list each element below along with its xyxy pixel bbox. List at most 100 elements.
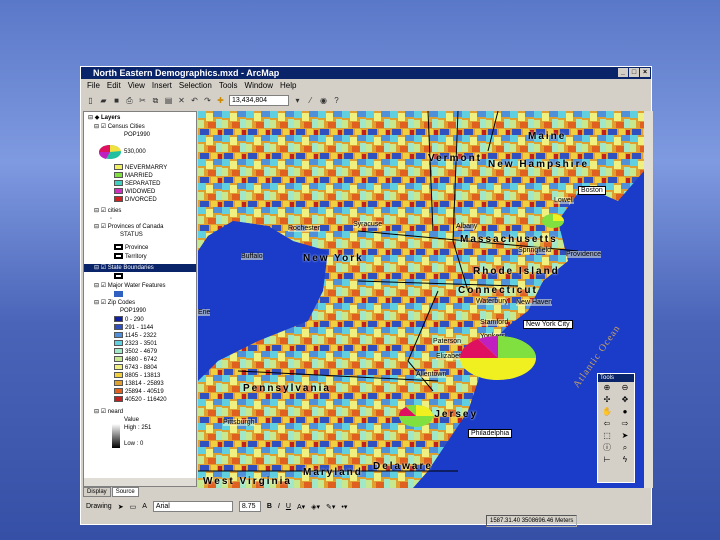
delete-icon[interactable]: ✕: [177, 96, 186, 105]
marker-color-icon[interactable]: •▾: [341, 503, 347, 511]
map-vertical-scrollbar[interactable]: [644, 111, 653, 488]
legend-item: 40520 - 116420: [114, 396, 167, 404]
legend-item: 3502 - 4679: [114, 348, 157, 356]
redo-icon[interactable]: ↷: [203, 96, 212, 105]
legend-item: 13814 - 25893: [114, 380, 164, 388]
legend-item: NEVERMARRY: [114, 164, 167, 172]
menu-selection[interactable]: Selection: [179, 79, 212, 92]
select-features-icon[interactable]: ⬚: [598, 430, 616, 442]
status-bar: 1587.31.40 3508696.46 Meters: [81, 514, 651, 527]
layer-provinces[interactable]: ⊟ ☑ Provinces of Canada: [94, 223, 163, 231]
tools-palette[interactable]: Tools ⊕ ⊖ ✣ ✥ ✋ ● ⇦ ⇨ ⬚ ➤ ⓘ ⌕ ⊢ ϟ: [597, 373, 635, 483]
whats-this-icon[interactable]: ?: [332, 96, 341, 105]
city-label: Stamford: [480, 319, 509, 326]
copy-icon[interactable]: ⧉: [151, 96, 160, 105]
city-callout: Philadelphia: [468, 429, 513, 438]
title-bar: North Eastern Demographics.mxd - ArcMap …: [81, 67, 651, 79]
scale-dropdown-icon[interactable]: ▾: [293, 96, 302, 105]
pie-legend: [98, 142, 122, 163]
city-label: Paterson: [433, 338, 462, 345]
minimize-button[interactable]: _: [618, 68, 628, 77]
layer-major-water[interactable]: ⊟ ☑ Major Water Features: [94, 282, 166, 290]
layer-neard[interactable]: ⊟ ☑ neard: [94, 408, 123, 416]
boston-pie-chart: [542, 214, 564, 228]
menu-window[interactable]: Window: [245, 79, 273, 92]
select-elements-icon[interactable]: ➤: [616, 430, 634, 442]
zoom-in-icon[interactable]: ⊕: [598, 382, 616, 394]
state-label: Maine: [528, 131, 567, 142]
save-icon[interactable]: ■: [112, 96, 121, 105]
layer-census-cities[interactable]: ⊟ ☑ Census Cities: [94, 123, 145, 131]
menu-insert[interactable]: Insert: [152, 79, 172, 92]
undo-icon[interactable]: ↶: [190, 96, 199, 105]
layer-cities[interactable]: ⊟ ☑ cities: [94, 207, 121, 215]
open-icon[interactable]: ▰: [99, 96, 108, 105]
hyperlink-icon[interactable]: ϟ: [616, 454, 634, 466]
full-extent-icon[interactable]: ●: [616, 406, 634, 418]
city-label: Erie: [198, 309, 211, 316]
arcmap-window: North Eastern Demographics.mxd - ArcMap …: [80, 66, 653, 527]
city-label: Albany: [456, 223, 478, 230]
tab-display[interactable]: Display: [83, 487, 111, 497]
line-color-icon[interactable]: ✎▾: [326, 503, 335, 511]
legend-item: 2323 - 3501: [114, 340, 157, 348]
city-label: Providence: [566, 251, 602, 258]
back-icon[interactable]: ⇦: [598, 418, 616, 430]
layer-zip-codes[interactable]: ⊟ ☑ Zip Codes: [94, 299, 135, 307]
arctoolbox-icon[interactable]: ◉: [319, 96, 328, 105]
state-label: New York: [303, 253, 364, 264]
toc-horizontal-scrollbar[interactable]: [84, 478, 196, 486]
state-label: Connecticut: [458, 285, 538, 296]
fixed-zoom-out-icon[interactable]: ✥: [616, 394, 634, 406]
cut-icon[interactable]: ✂: [138, 96, 147, 105]
paste-icon[interactable]: ▤: [164, 96, 173, 105]
close-button[interactable]: ×: [640, 68, 650, 77]
forward-icon[interactable]: ⇨: [616, 418, 634, 430]
text-icon[interactable]: A: [142, 503, 147, 510]
menu-file[interactable]: File: [87, 79, 100, 92]
legend-item: 4680 - 6742: [114, 356, 157, 364]
layer-state-boundaries[interactable]: ⊟ ☑ State Boundaries: [84, 264, 196, 272]
state-label: West Virginia: [203, 476, 292, 487]
rectangle-icon[interactable]: ▭: [130, 503, 137, 511]
print-icon[interactable]: ⎙: [125, 96, 134, 105]
zoom-out-icon[interactable]: ⊖: [616, 382, 634, 394]
select-arrow-icon[interactable]: ➤: [118, 503, 124, 511]
add-data-icon[interactable]: ✚: [216, 96, 225, 105]
city-callout: New York City: [523, 320, 573, 329]
state-label: Pennsylvania: [243, 383, 331, 394]
font-size-select[interactable]: 8.75: [238, 501, 261, 512]
drawing-toolbar: Drawing ➤ ▭ A Arial 8.75 BIU A▾ ◈▾ ✎▾ •▾: [81, 499, 651, 514]
legend-item: 0 - 290: [114, 316, 144, 324]
identify-icon[interactable]: ⓘ: [598, 442, 616, 454]
italic-button[interactable]: I: [278, 503, 280, 510]
fill-color-icon[interactable]: ◈▾: [311, 503, 320, 511]
maximize-button[interactable]: □: [629, 68, 639, 77]
chart-size-label: 530,000: [124, 149, 146, 155]
city-label: Lowell: [554, 197, 574, 204]
state-label: Delaware: [373, 461, 433, 472]
menu-tools[interactable]: Tools: [219, 79, 238, 92]
bold-button[interactable]: B: [267, 503, 272, 510]
legend-item: MARRIED: [114, 172, 153, 180]
font-select[interactable]: Arial: [152, 501, 233, 512]
legend-item: 1145 - 2322: [114, 332, 157, 340]
tab-source[interactable]: Source: [111, 487, 139, 497]
new-icon[interactable]: ▯: [86, 96, 95, 105]
map-scale-input[interactable]: 13,434,804: [229, 95, 289, 106]
measure-icon[interactable]: ⊢: [598, 454, 616, 466]
editor-icon[interactable]: ⁄: [306, 96, 315, 105]
drawing-menu[interactable]: Drawing: [86, 503, 112, 510]
city-label: Waterbury: [476, 298, 509, 305]
city-label: Allentown: [416, 371, 447, 378]
font-color-icon[interactable]: A▾: [297, 503, 305, 511]
toc-layers-root[interactable]: ⊟ ◆ Layers: [88, 114, 120, 122]
menu-help[interactable]: Help: [280, 79, 296, 92]
menu-view[interactable]: View: [128, 79, 145, 92]
underline-button[interactable]: U: [286, 503, 291, 510]
pan-icon[interactable]: ✋: [598, 406, 616, 418]
map-view[interactable]: Maine Vermont New Hampshire Massachusetts Rh…: [198, 111, 644, 488]
menu-edit[interactable]: Edit: [107, 79, 121, 92]
find-icon[interactable]: ⌕: [616, 442, 634, 454]
fixed-zoom-in-icon[interactable]: ✣: [598, 394, 616, 406]
